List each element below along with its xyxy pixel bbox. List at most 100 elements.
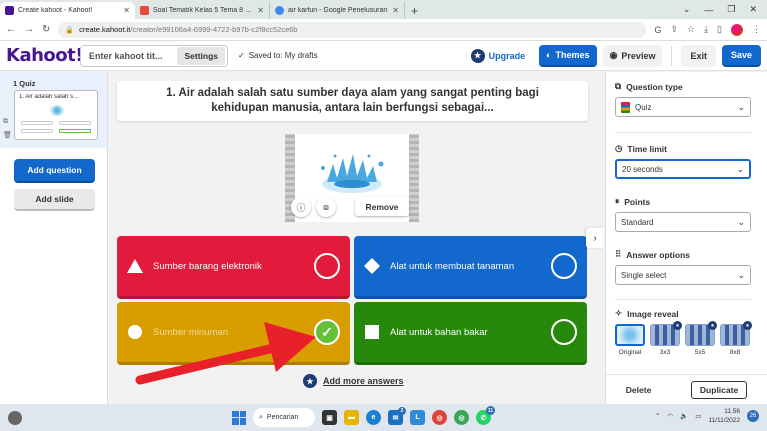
star-badge-icon: ★ [673,321,682,330]
lock-icon[interactable]: 🔒 [65,26,74,34]
star-icon: ★ [303,374,317,388]
duplicate-icon[interactable]: ⧉ [3,115,12,129]
info-icon[interactable]: ⓘ [291,197,311,217]
tab-label: Create kahoot - Kahoot! [18,7,93,14]
add-slide-button[interactable]: Add slide [14,189,95,211]
taskbar-apps: ⌕ Pencarian ▣ ▬ e ✉ 2 L ◎ ◎ ✆ 11 [232,406,495,427]
correct-toggle[interactable] [551,253,577,279]
image-reveal-section: ✧ Image reveal Original ★ 3x3 ★ 5x5 ★ 8x8 [615,308,752,356]
reveal-option-8x8[interactable]: ★ 8x8 [720,321,752,356]
sidebar-panel-icon[interactable]: ▯ [717,24,722,35]
time-limit-select[interactable]: 20 seconds ⌄ [615,159,751,179]
share-icon[interactable]: ⇪ [670,24,678,35]
eye-icon: ◉ [609,50,618,60]
delete-button[interactable]: Delete [626,385,652,395]
square-icon [364,324,380,340]
minimize-icon[interactable]: — [704,5,713,15]
tab-search-icon[interactable]: ⌄ [683,4,691,15]
correct-check-icon[interactable]: ✓ [314,319,340,345]
chevron-down-icon: ⌄ [737,216,745,227]
question-list-item[interactable]: 1 Quiz 1. Air adalah salah s... ⧉ 🗑 [0,72,107,148]
profile-avatar-icon[interactable] [731,23,743,36]
preview-button[interactable]: ◉ Preview [602,44,663,67]
collapse-panel-chevron-icon[interactable]: › [586,228,604,248]
answer-text[interactable]: Alat untuk bahan bakar [390,327,551,338]
taskbar-search[interactable]: ⌕ Pencarian [253,408,315,427]
edge-browser-icon[interactable]: e [366,410,381,425]
mail-icon[interactable]: ✉ 2 [388,407,406,425]
file-explorer-icon[interactable]: ▬ [344,410,359,425]
question-type-select[interactable]: Quiz ⌄ [615,97,751,117]
browser-tab-bar: Create kahoot - Kahoot! ✕ Soal Tematik K… [0,0,767,19]
volume-icon[interactable]: 🔈 [680,412,688,420]
battery-icon[interactable]: ▭ [695,412,701,420]
mail-badge: 2 [398,407,406,415]
close-tab-icon[interactable]: ✕ [123,6,130,15]
answer-option-1[interactable]: Sumber barang elektronik [117,236,350,299]
close-window-icon[interactable]: ✕ [749,4,757,15]
reveal-option-3x3[interactable]: ★ 3x3 [650,321,682,356]
chrome-profile-icon[interactable]: ◎ [454,410,469,425]
forward-icon[interactable]: → [24,24,34,35]
reveal-option-label: 3x3 [659,349,671,356]
answer-option-3[interactable]: Sumber minuman ✓ [117,302,350,365]
question-text-field[interactable]: 1. Air adalah salah satu sumber daya ala… [117,81,588,121]
tab-soal-tematik[interactable]: Soal Tematik Kelas 5 Tema 8 Sub ✕ [135,2,270,19]
clock[interactable]: 11.56 11/11/2022 [708,407,740,425]
duplicate-button[interactable]: Duplicate [690,380,748,399]
bookmark-star-icon[interactable]: ☆ [687,24,695,35]
question-media-area[interactable]: ⓘ ⧈ Remove [285,134,419,222]
tab-google-search[interactable]: air karfun - Google Penelusuran ✕ [270,2,405,19]
task-view-icon[interactable]: ▣ [322,410,337,425]
reveal-option-original[interactable]: Original [615,324,645,356]
upgrade-button[interactable]: ★ Upgrade [470,48,525,63]
kahoot-logo[interactable]: Kahoot! [6,45,83,66]
reload-icon[interactable]: ↻ [42,24,50,35]
clock-time: 11.56 [724,408,740,415]
close-tab-icon[interactable]: ✕ [257,6,264,15]
points-select[interactable]: Standard ⌄ [615,212,751,232]
question-thumbnail[interactable]: 1. Air adalah salah s... [14,90,98,140]
tab-create-kahoot[interactable]: Create kahoot - Kahoot! ✕ [0,2,135,19]
remove-media-button[interactable]: Remove [355,197,409,216]
widgets-icon[interactable] [8,410,22,425]
answer-options-select[interactable]: Single select ⌄ [615,265,751,285]
chrome-icon[interactable]: ◎ [432,410,447,425]
answer-text[interactable]: Sumber barang elektronik [153,261,314,272]
google-lens-icon[interactable]: G [654,25,661,35]
answer-option-4[interactable]: Alat untuk bahan bakar [354,302,587,365]
menu-kebab-icon[interactable]: ⋮ [752,24,761,35]
download-icon[interactable]: ⤓ [704,24,708,35]
url-field[interactable]: 🔒 create.kahoot.it/creator/e99106a4-6999… [58,21,647,38]
add-question-button[interactable]: Add question [14,159,95,183]
reveal-option-5x5[interactable]: ★ 5x5 [685,321,717,356]
crop-icon[interactable]: ⧈ [316,197,336,217]
url-path: /creator/e99106a4-6999-4722-b97b-c2f8cc5… [130,25,298,34]
answer-option-2[interactable]: Alat untuk membuat tanaman [354,236,587,299]
windows-start-icon[interactable] [232,410,246,425]
notification-badge[interactable]: 26 [747,410,759,422]
add-more-answers-button[interactable]: ★ Add more answers [303,374,404,388]
save-button[interactable]: Save [721,44,761,67]
store-icon[interactable]: L [410,410,425,425]
tab-label: Soal Tematik Kelas 5 Tema 8 Sub [153,7,254,14]
browser-toolbar-icons: G ⇪ ☆ ⤓ ▯ ⋮ [654,23,761,36]
themes-button[interactable]: ◐ Themes [539,44,597,67]
new-tab-button[interactable]: + [405,2,424,19]
whatsapp-icon[interactable]: ✆ 11 [476,406,495,425]
maximize-icon[interactable]: ❐ [727,4,735,15]
question-type-label-text: Question type [626,81,683,92]
back-icon[interactable]: ← [6,24,16,35]
check-icon: ✓ [238,51,245,60]
kahoot-title-input[interactable]: Enter kahoot tit... Settings [80,44,228,67]
exit-button[interactable]: Exit [681,44,716,67]
correct-toggle[interactable] [551,319,577,345]
trash-icon[interactable]: 🗑 [3,129,12,143]
close-tab-icon[interactable]: ✕ [392,6,399,15]
tray-chevron-icon[interactable]: ⌃ [655,412,660,420]
correct-toggle[interactable] [314,253,340,279]
answer-text[interactable]: Sumber minuman [153,327,314,338]
settings-button[interactable]: Settings [177,46,225,65]
wifi-icon[interactable]: ◠ [668,412,674,420]
answer-text[interactable]: Alat untuk membuat tanaman [390,261,551,272]
